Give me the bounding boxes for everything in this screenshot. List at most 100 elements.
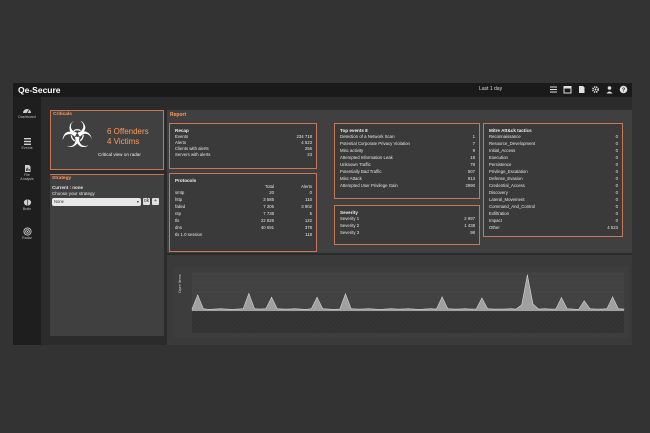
data-point[interactable] — [441, 296, 443, 298]
data-point[interactable] — [475, 308, 477, 310]
victims-count[interactable]: 4 Victims — [107, 137, 149, 147]
gear-icon[interactable] — [591, 85, 600, 94]
sidebar-item-dashboard[interactable]: Dashboard — [13, 106, 41, 119]
severity-row[interactable]: Severity 12 997 — [340, 216, 475, 222]
critical-view-link[interactable]: Critical view on radar — [98, 152, 141, 157]
data-point[interactable] — [526, 274, 528, 276]
data-point[interactable] — [333, 309, 335, 310]
data-point[interactable] — [436, 308, 437, 310]
mitre-row[interactable]: Other 4 523 — [489, 225, 618, 231]
data-point[interactable] — [237, 308, 238, 310]
data-point[interactable] — [487, 308, 488, 310]
data-point[interactable] — [612, 296, 614, 298]
data-point[interactable] — [254, 308, 255, 310]
top-event-row[interactable]: Attempted Information Leak 18 — [340, 155, 475, 161]
data-point[interactable] — [220, 308, 221, 310]
calendar-icon[interactable] — [563, 85, 572, 94]
sidebar-item-events[interactable]: Events — [13, 137, 41, 150]
data-point[interactable] — [578, 309, 579, 310]
data-point[interactable] — [453, 308, 454, 310]
data-point[interactable] — [328, 308, 329, 310]
mitre-row[interactable]: Execution 0 — [489, 155, 618, 161]
data-point[interactable] — [555, 308, 557, 310]
data-point[interactable] — [561, 297, 562, 299]
data-point[interactable] — [248, 293, 250, 294]
document-icon[interactable] — [577, 85, 586, 94]
strategy-ok-button[interactable]: ok — [143, 198, 150, 205]
data-point[interactable] — [470, 308, 471, 310]
data-point[interactable] — [310, 308, 312, 310]
data-point[interactable] — [464, 308, 466, 310]
mitre-row[interactable]: Credential_Access 0 — [489, 183, 618, 189]
data-point[interactable] — [339, 308, 341, 310]
data-point[interactable] — [390, 308, 392, 310]
top-event-row[interactable]: Misc Attack 913 — [340, 176, 475, 182]
data-point[interactable] — [276, 308, 278, 310]
data-point[interactable] — [202, 308, 204, 310]
mitre-row[interactable]: Command_And_Control 0 — [489, 204, 618, 210]
sidebar-item-radar[interactable]: Radar — [13, 227, 41, 240]
data-point[interactable] — [492, 308, 494, 310]
sidebar-item-brain[interactable]: Brain — [13, 198, 41, 211]
data-point[interactable] — [401, 308, 403, 310]
data-point[interactable] — [595, 308, 596, 310]
data-point[interactable] — [589, 308, 591, 310]
mitre-row[interactable]: Defense_Evasion 0 — [489, 176, 618, 182]
data-point[interactable] — [379, 309, 380, 310]
offenders-count[interactable]: 6 Offenders — [107, 127, 149, 137]
mitre-row[interactable]: Lateral_Movement 0 — [489, 197, 618, 203]
data-point[interactable] — [282, 308, 284, 310]
data-point[interactable] — [600, 308, 602, 310]
data-point[interactable] — [214, 308, 216, 310]
data-point[interactable] — [481, 297, 483, 299]
data-point[interactable] — [242, 308, 244, 310]
data-point[interactable] — [350, 308, 352, 310]
data-point[interactable] — [271, 296, 272, 298]
data-point[interactable] — [623, 308, 625, 310]
mitre-row[interactable]: Resource_Development 0 — [489, 141, 618, 147]
top-event-row[interactable]: Misc activity 9 — [340, 148, 475, 154]
data-point[interactable] — [498, 308, 500, 310]
data-point[interactable] — [458, 308, 460, 310]
data-point[interactable] — [316, 296, 318, 298]
data-point[interactable] — [544, 308, 545, 310]
data-point[interactable] — [583, 300, 585, 302]
data-point[interactable] — [322, 308, 324, 310]
top-event-row[interactable]: Potential Corporate Privacy Violation 7 — [340, 141, 475, 147]
data-point[interactable] — [566, 308, 568, 310]
data-point[interactable] — [225, 308, 227, 310]
data-point[interactable] — [373, 308, 375, 310]
mitre-row[interactable]: Exfiltration 0 — [489, 211, 618, 217]
data-point[interactable] — [299, 308, 301, 310]
mitre-row[interactable]: Persistence 0 — [489, 162, 618, 168]
data-point[interactable] — [265, 308, 267, 310]
mitre-row[interactable]: Impact 0 — [489, 218, 618, 224]
mitre-row[interactable]: Discovery 0 — [489, 190, 618, 196]
data-point[interactable] — [572, 308, 574, 310]
top-event-row[interactable]: Detection of a Network Scan 1 — [340, 134, 475, 140]
data-point[interactable] — [515, 308, 517, 310]
data-point[interactable] — [356, 308, 358, 310]
sidebar-item-file-analysis[interactable]: File Analysis — [13, 164, 41, 181]
data-point[interactable] — [362, 308, 363, 310]
data-point[interactable] — [305, 309, 307, 310]
user-icon[interactable] — [605, 85, 614, 94]
data-point[interactable] — [407, 308, 409, 310]
mitre-row[interactable]: Reconnaissance 0 — [489, 134, 618, 140]
time-range-selector[interactable]: Last 1 day — [479, 86, 502, 92]
top-event-row[interactable]: Potentially Bad Traffic 507 — [340, 169, 475, 175]
data-point[interactable] — [538, 308, 540, 310]
data-point[interactable] — [413, 308, 415, 310]
data-point[interactable] — [259, 308, 261, 310]
data-point[interactable] — [288, 308, 290, 310]
mitre-row[interactable]: Privilege_Escalation 0 — [489, 169, 618, 175]
data-point[interactable] — [617, 308, 619, 310]
data-point[interactable] — [208, 309, 210, 310]
data-point[interactable] — [521, 304, 523, 306]
mitre-row[interactable]: Initial_Access 0 — [489, 148, 618, 154]
data-point[interactable] — [504, 308, 506, 310]
top-event-row[interactable]: Attempted User Privilege Gain 2990 — [340, 183, 475, 189]
data-point[interactable] — [384, 308, 386, 310]
data-point[interactable] — [396, 308, 398, 310]
strategy-add-button[interactable]: + — [152, 198, 159, 205]
